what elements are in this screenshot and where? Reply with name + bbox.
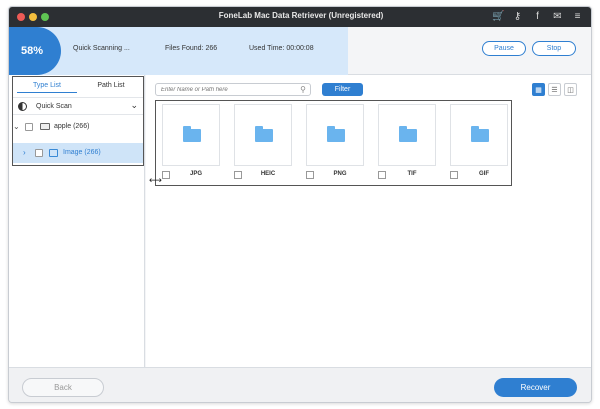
chat-icon[interactable]: ✉ <box>552 10 563 23</box>
folder-icon <box>183 126 201 142</box>
folder-label: PNG <box>333 171 347 177</box>
screenshot-frame: FoneLab Mac Data Retriever (Unregistered… <box>0 0 600 409</box>
folder-label: JPG <box>189 171 202 177</box>
png-checkbox[interactable] <box>306 171 314 179</box>
folder-icon <box>327 126 345 142</box>
title-bar: FoneLab Mac Data Retriever (Unregistered… <box>9 7 591 27</box>
resize-cursor-icon: ⟷ <box>149 175 162 185</box>
stop-button[interactable]: Stop <box>532 41 576 56</box>
folder-tile-heic[interactable] <box>234 104 292 166</box>
search-input[interactable] <box>161 85 295 95</box>
folder-tile-png[interactable] <box>306 104 364 166</box>
progress-percent: 58% <box>9 27 61 75</box>
gif-checkbox[interactable] <box>450 171 458 179</box>
folder-icon <box>471 126 489 142</box>
back-button[interactable]: Back <box>22 378 104 397</box>
recover-button[interactable]: Recover <box>494 378 577 397</box>
search-box[interactable]: ⚲ <box>155 83 311 96</box>
folder-tile-gif[interactable] <box>450 104 508 166</box>
grid-view-icon[interactable]: ▦ <box>532 83 545 96</box>
folder-label: GIF <box>479 171 489 177</box>
main-content: ⚲ Filter ▦ ☰ ◫ JPG HEIC PNG TIF GIF ⟷ <box>146 75 591 367</box>
folder-label: TIF <box>407 171 417 177</box>
tif-checkbox[interactable] <box>378 171 386 179</box>
folder-icon <box>255 126 273 142</box>
menu-icon[interactable]: ≡ <box>572 10 583 23</box>
sidebar: Type List Path List Quick Scan ⌄ ⌄ apple… <box>9 75 145 367</box>
scan-status: Quick Scanning ... <box>73 45 130 52</box>
scan-progress-bar: 58% Quick Scanning ... Files Found: 266 … <box>9 27 591 75</box>
detail-view-icon[interactable]: ◫ <box>564 83 577 96</box>
footer-bar: Back Recover <box>9 367 591 402</box>
view-mode-switcher: ▦ ☰ ◫ <box>532 83 577 96</box>
folder-tile-jpg[interactable] <box>162 104 220 166</box>
folder-tile-tif[interactable] <box>378 104 436 166</box>
app-window: FoneLab Mac Data Retriever (Unregistered… <box>8 6 592 403</box>
files-found: Files Found: 266 <box>165 45 218 52</box>
sidebar-highlight-frame <box>12 76 144 166</box>
list-view-icon[interactable]: ☰ <box>548 83 561 96</box>
title-icons: 🛒 ⚷ f ✉ ≡ <box>492 10 583 23</box>
jpg-checkbox[interactable] <box>162 171 170 179</box>
key-icon[interactable]: ⚷ <box>512 10 523 23</box>
folder-label: HEIC <box>260 171 276 177</box>
heic-checkbox[interactable] <box>234 171 242 179</box>
folder-icon <box>399 126 417 142</box>
pause-button[interactable]: Pause <box>482 41 526 56</box>
search-icon[interactable]: ⚲ <box>300 85 306 94</box>
cart-icon[interactable]: 🛒 <box>492 10 504 23</box>
used-time: Used Time: 00:00:08 <box>249 45 314 52</box>
facebook-icon[interactable]: f <box>532 10 543 23</box>
filter-button[interactable]: Filter <box>322 83 363 96</box>
